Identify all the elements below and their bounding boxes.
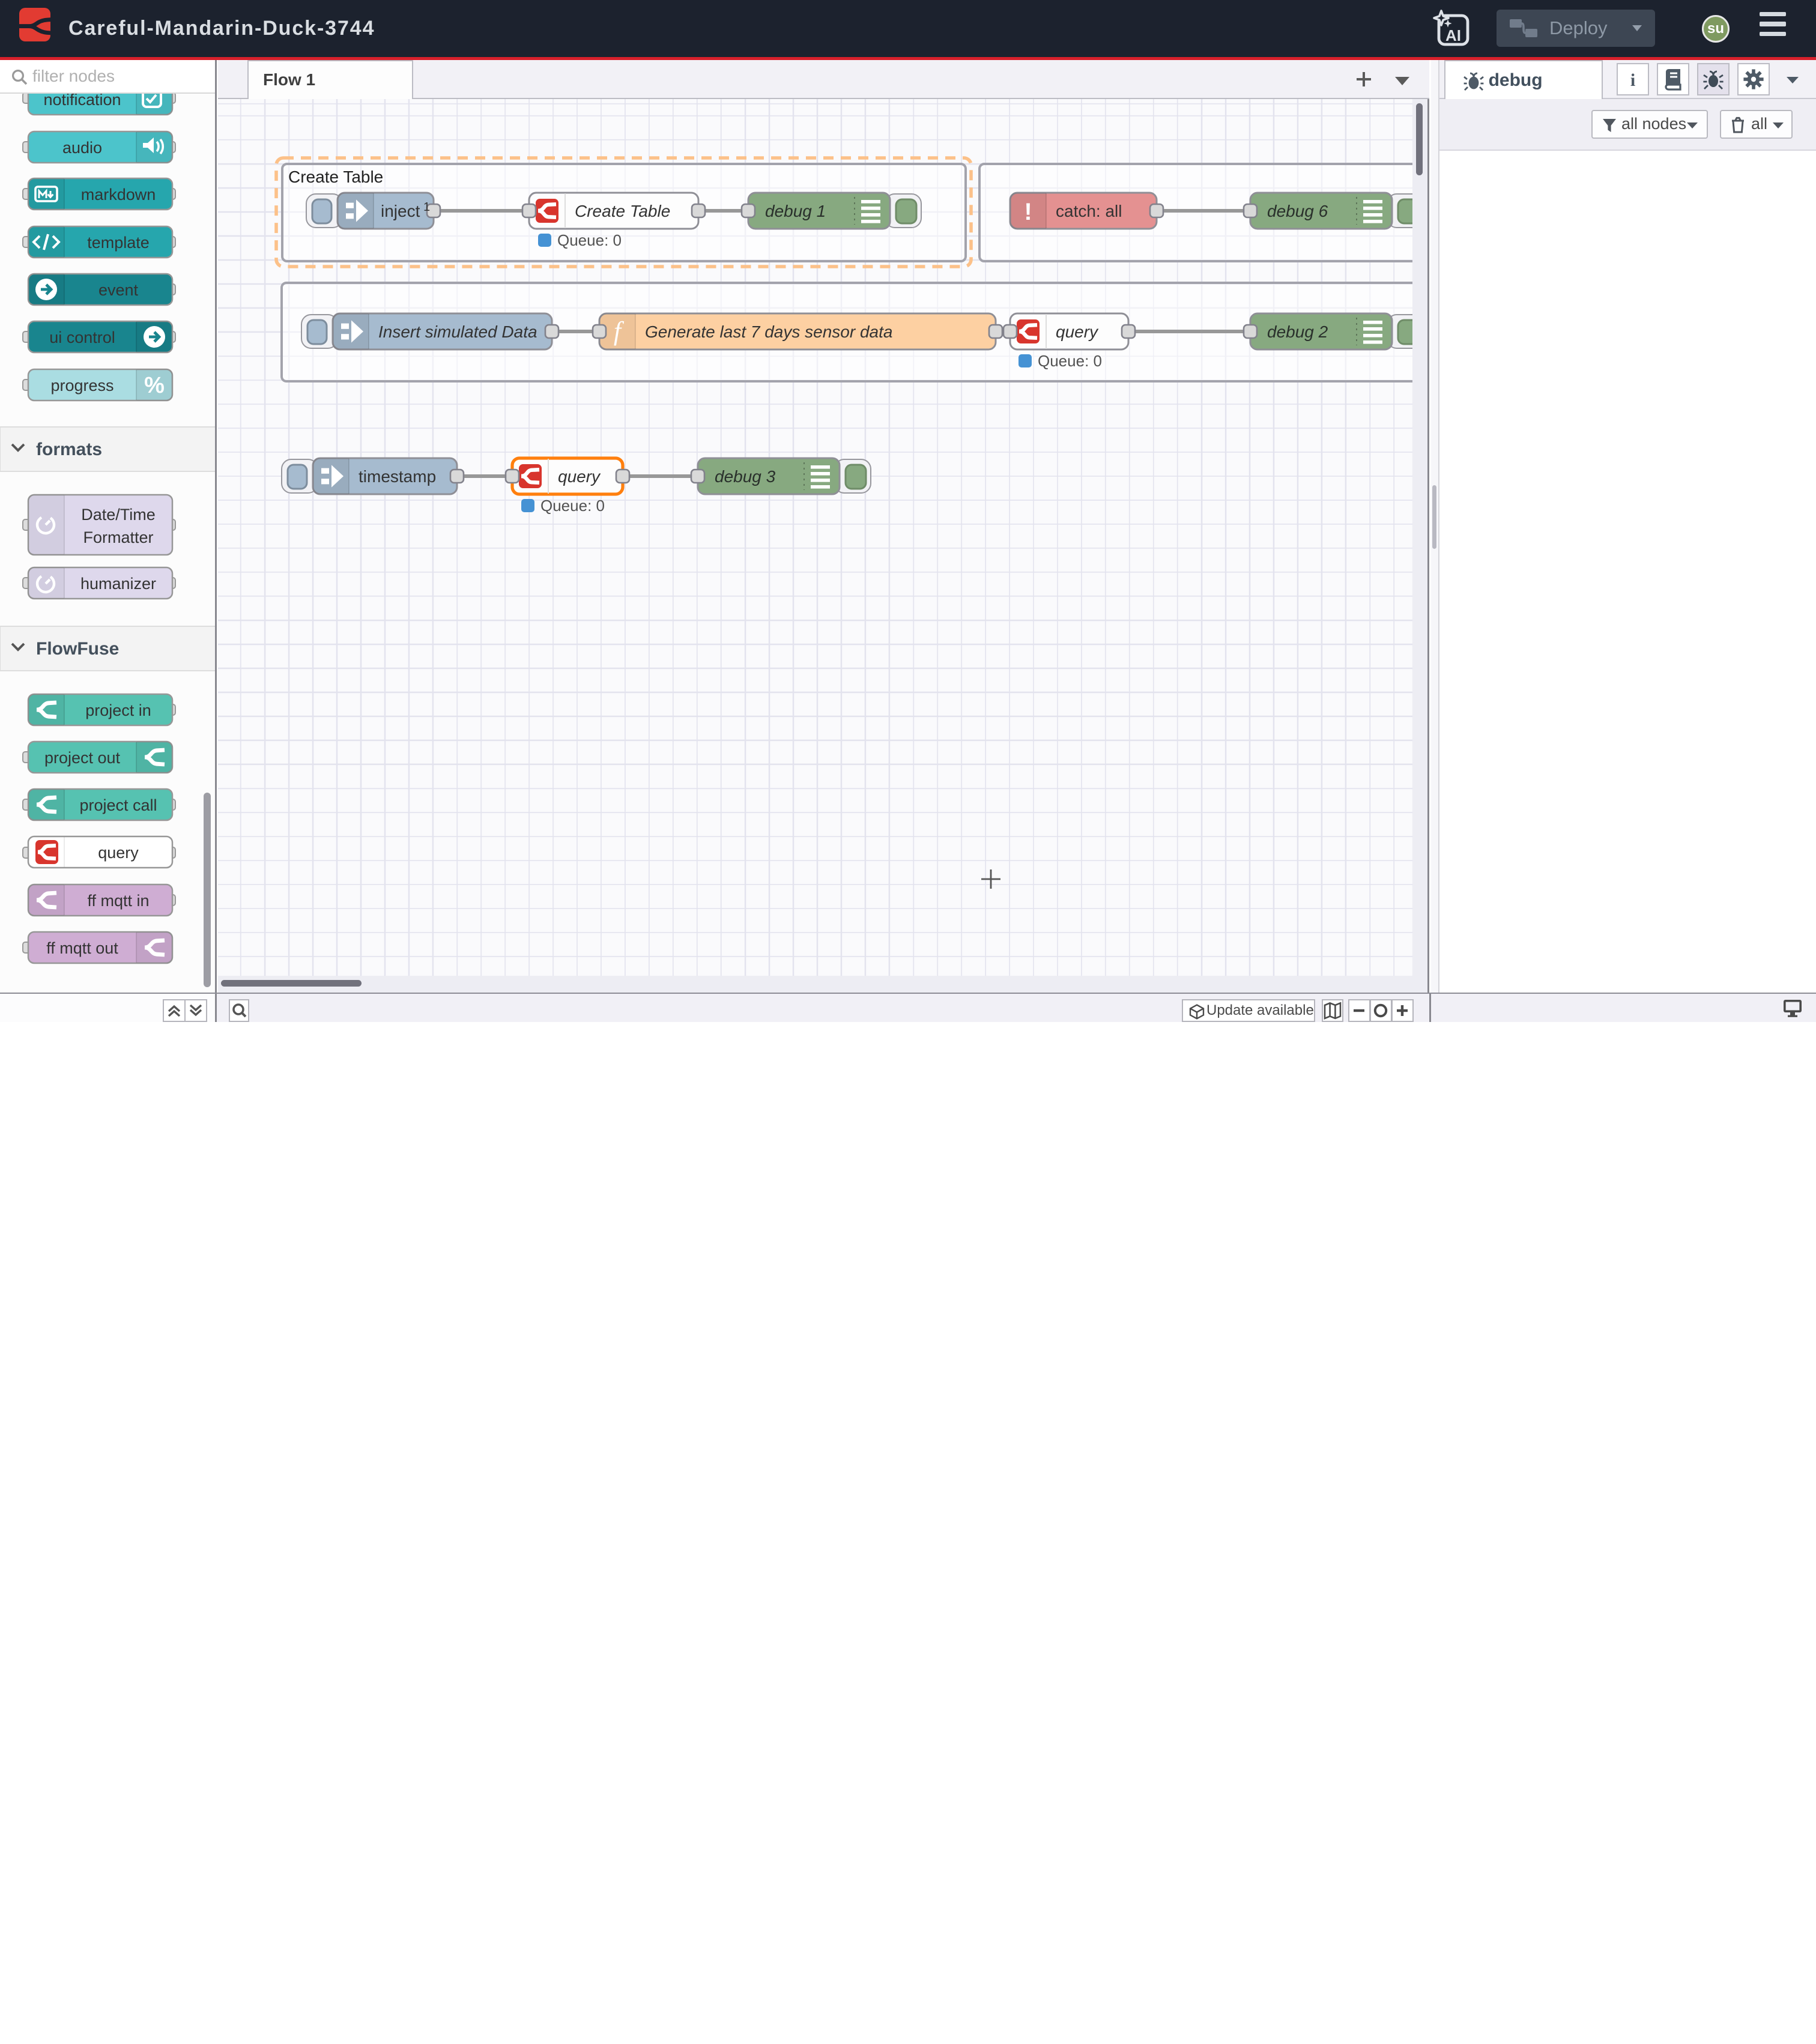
svg-text:ui control: ui control — [49, 328, 115, 346]
svg-text:project out: project out — [44, 749, 121, 767]
svg-text:FlowFuse: FlowFuse — [36, 639, 119, 659]
svg-text:formats: formats — [36, 440, 102, 459]
svg-text:debug 3: debug 3 — [715, 467, 776, 486]
svg-text:event: event — [98, 281, 139, 299]
svg-text:Date/Time: Date/Time — [81, 506, 156, 524]
svg-text:1: 1 — [423, 201, 430, 214]
svg-text:debug 6: debug 6 — [1267, 202, 1328, 220]
svg-text:Queue: 0: Queue: 0 — [1038, 352, 1102, 370]
svg-text:i: i — [1630, 70, 1635, 90]
svg-text:Queue: 0: Queue: 0 — [540, 497, 605, 515]
svg-text:debug 2: debug 2 — [1267, 322, 1328, 341]
svg-text:debug 1: debug 1 — [765, 202, 826, 220]
svg-text:catch: all: catch: all — [1056, 202, 1122, 220]
svg-text:!: ! — [1024, 199, 1032, 225]
svg-text:Queue: 0: Queue: 0 — [557, 231, 622, 249]
svg-text:inject: inject — [381, 202, 420, 220]
svg-text:query: query — [98, 844, 139, 862]
svg-text:progress: progress — [50, 376, 114, 395]
svg-text:Insert simulated Data: Insert simulated Data — [378, 322, 537, 341]
svg-text:query: query — [1056, 322, 1099, 341]
svg-text:Generate last 7 days sensor da: Generate last 7 days sensor data — [645, 322, 892, 341]
svg-text:markdown: markdown — [81, 186, 156, 204]
svg-text:query: query — [558, 467, 601, 486]
svg-text:audio: audio — [62, 139, 102, 157]
svg-text:timestamp: timestamp — [359, 467, 436, 486]
svg-text:project in: project in — [85, 701, 151, 719]
svg-text:ff mqtt in: ff mqtt in — [87, 892, 149, 910]
svg-text:ff mqtt out: ff mqtt out — [46, 939, 118, 957]
svg-text:%: % — [144, 373, 165, 398]
svg-text:template: template — [87, 234, 150, 252]
svg-text:AI: AI — [1445, 26, 1461, 44]
svg-text:humanizer: humanizer — [80, 575, 156, 593]
svg-text:Formatter: Formatter — [83, 528, 153, 546]
svg-text:project call: project call — [79, 796, 157, 814]
svg-text:Create Table: Create Table — [575, 202, 670, 220]
svg-text:Create Table: Create Table — [288, 168, 383, 186]
